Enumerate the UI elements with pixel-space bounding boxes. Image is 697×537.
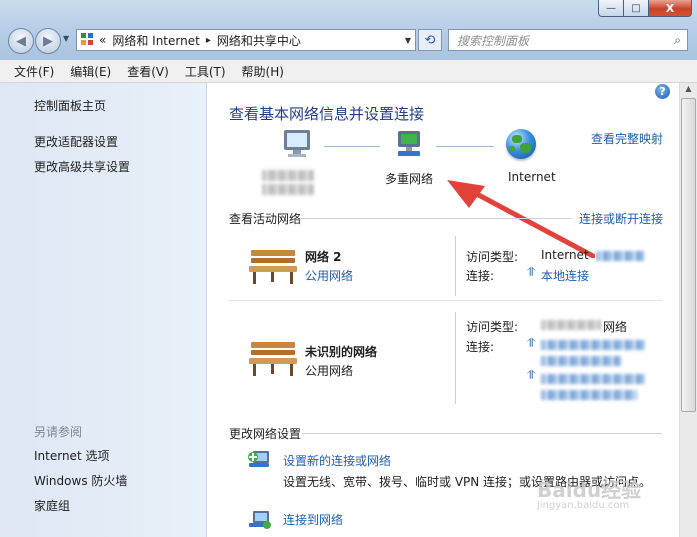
computer-icon[interactable]: [280, 128, 316, 162]
search-input[interactable]: 搜索控制面板 ⌕: [448, 29, 688, 51]
control-panel-home-link[interactable]: 控制面板主页: [34, 97, 106, 114]
address-dropdown-icon[interactable]: ▼: [405, 36, 411, 45]
blurred-connection-link[interactable]: [541, 390, 637, 400]
forward-button[interactable]: ▶: [35, 28, 61, 54]
view-full-map-link[interactable]: 查看完整映射: [591, 130, 663, 147]
maximize-button[interactable]: □: [624, 0, 649, 17]
address-bar[interactable]: « 网络和 Internet ▸ 网络和共享中心 ▼: [76, 29, 416, 51]
map-link-line: [436, 146, 494, 147]
section-divider: [300, 218, 572, 219]
blurred-computer-name: [262, 170, 314, 181]
active-networks-heading: 查看活动网络: [229, 212, 302, 226]
column-divider: [455, 236, 456, 296]
arrow-right-icon: ▶: [43, 33, 53, 49]
main-content: [207, 83, 679, 537]
access-type-label: 访问类型:: [466, 320, 519, 334]
blurred-text: [596, 251, 644, 261]
new-connection-icon: [248, 451, 269, 467]
setup-new-connection-link[interactable]: 设置新的连接或网络: [283, 452, 391, 469]
menu-help[interactable]: 帮助(H): [242, 63, 284, 80]
menu-edit[interactable]: 编辑(E): [70, 63, 111, 80]
scrollbar-thumb[interactable]: [681, 98, 696, 412]
network-type-link[interactable]: 公用网络: [305, 267, 353, 284]
ethernet-adapter-icon: ⥣: [527, 336, 536, 350]
ethernet-adapter-icon: ⥣: [527, 265, 536, 279]
connect-to-network-icon: [249, 511, 271, 529]
network-icon[interactable]: [392, 128, 428, 162]
ethernet-adapter-icon: ⥣: [527, 368, 536, 382]
network-type: 公用网络: [305, 364, 354, 378]
blurred-text: [541, 320, 601, 330]
access-type-label: 访问类型:: [466, 250, 519, 264]
menu-bar: 文件(F) 编辑(E) 查看(V) 工具(T) 帮助(H): [0, 60, 697, 83]
minimize-button[interactable]: —: [598, 0, 624, 17]
change-settings-heading: 更改网络设置: [229, 427, 302, 441]
refresh-button[interactable]: ⟲: [418, 29, 442, 51]
connect-disconnect-link[interactable]: 连接或断开连接: [579, 210, 663, 227]
connection-label: 连接:: [466, 269, 495, 283]
address-overflow[interactable]: «: [99, 33, 106, 47]
section-divider: [302, 433, 662, 434]
map-link-line: [324, 146, 380, 147]
internet-globe-icon[interactable]: [506, 129, 536, 159]
network-name: 网络 2: [305, 250, 342, 264]
access-type-value: 网络: [603, 320, 628, 334]
bench-icon: [249, 250, 297, 284]
column-divider: [455, 312, 456, 404]
network-name: 未识别的网络: [305, 345, 378, 359]
page-title: 查看基本网络信息并设置连接: [229, 105, 425, 123]
menu-tools[interactable]: 工具(T): [185, 63, 226, 80]
connect-to-network-link[interactable]: 连接到网络: [283, 511, 343, 528]
internet-options-link[interactable]: Internet 选项: [34, 447, 109, 464]
search-placeholder: 搜索控制面板: [457, 33, 530, 48]
menu-view[interactable]: 查看(V): [127, 63, 169, 80]
blurred-connection-link[interactable]: [541, 356, 621, 366]
left-pane: 控制面板主页 更改适配器设置 更改高级共享设置 另请参阅 Internet 选项…: [0, 83, 207, 537]
see-also-heading: 另请参阅: [34, 425, 83, 439]
back-button[interactable]: ◀: [8, 28, 34, 54]
search-icon[interactable]: ⌕: [674, 33, 681, 48]
local-connection-link[interactable]: 本地连接: [541, 267, 589, 284]
help-icon[interactable]: ?: [655, 84, 670, 99]
scroll-up-arrow-icon[interactable]: ▲: [682, 84, 695, 96]
refresh-icon: ⟲: [424, 32, 436, 48]
change-adapter-settings-link[interactable]: 更改适配器设置: [34, 133, 118, 150]
windows-firewall-link[interactable]: Windows 防火墙: [34, 472, 127, 489]
breadcrumb-sharing-center[interactable]: 网络和共享中心: [217, 32, 301, 49]
breadcrumb-network-internet[interactable]: 网络和 Internet: [112, 32, 199, 49]
control-panel-icon: [81, 33, 95, 47]
arrow-left-icon: ◀: [16, 33, 26, 49]
window-controls: — □ X: [598, 0, 692, 17]
homegroup-link[interactable]: 家庭组: [34, 497, 70, 514]
connection-label: 连接:: [466, 340, 495, 354]
section-divider: [229, 300, 662, 301]
blurred-connection-link[interactable]: [541, 374, 645, 384]
bench-icon: [249, 342, 297, 376]
close-button[interactable]: X: [649, 0, 692, 17]
recent-pages-dropdown[interactable]: ▼: [63, 34, 69, 43]
blurred-connection-link[interactable]: [541, 340, 645, 350]
access-type-value: Internet: [541, 248, 589, 262]
baidu-watermark-url: jingyan.baidu.com: [537, 500, 630, 511]
menu-file[interactable]: 文件(F): [14, 63, 54, 80]
change-advanced-sharing-link[interactable]: 更改高级共享设置: [34, 158, 130, 175]
blurred-computer-name-line2: [262, 184, 314, 195]
map-node-multiple-networks: 多重网络: [385, 172, 434, 186]
baidu-watermark-logo: Baidu经验: [537, 478, 642, 502]
breadcrumb-separator[interactable]: ▸: [206, 35, 211, 46]
